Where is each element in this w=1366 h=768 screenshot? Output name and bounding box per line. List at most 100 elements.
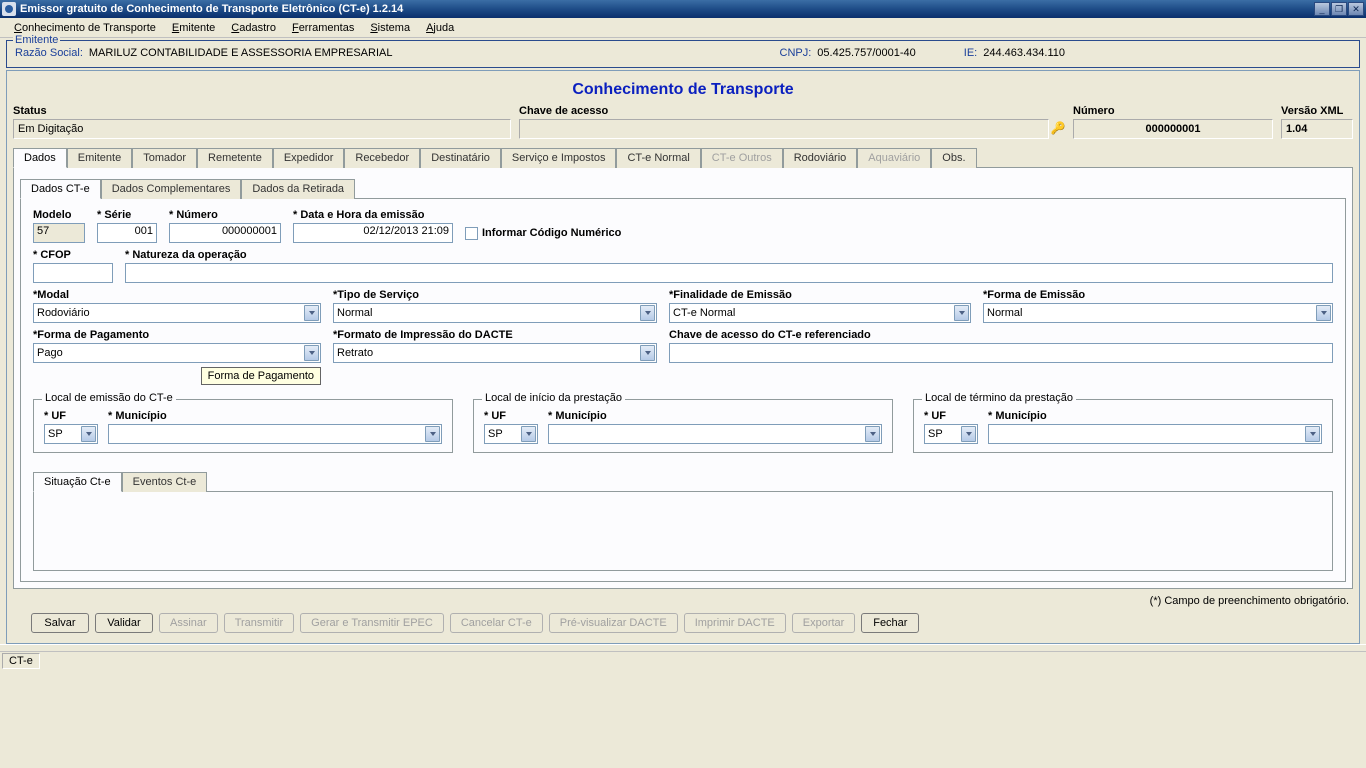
- sub-tab-content: Modelo 57 * Série 001 * Número 000000001…: [20, 198, 1346, 582]
- menu-cadastro[interactable]: Cadastro: [223, 20, 284, 36]
- local-emissao-group: Local de emissão do CT-e * UF SP * Munic…: [33, 399, 453, 453]
- numero-field: 000000001: [1073, 119, 1273, 139]
- municipio-label: * Município: [988, 410, 1322, 424]
- municipio-termino-select[interactable]: [988, 424, 1322, 444]
- panel-title: Conhecimento de Transporte: [13, 75, 1353, 103]
- versao-xml-field: 1.04: [1281, 119, 1353, 139]
- bottomtab-situa-o-ct-e[interactable]: Situação Ct-e: [33, 472, 122, 492]
- chevron-down-icon: [81, 426, 96, 442]
- emitente-legend: Emitente: [13, 34, 60, 46]
- informar-codigo-checkbox[interactable]: [465, 227, 478, 240]
- tab-remetente[interactable]: Remetente: [197, 148, 273, 168]
- subtab-dados-complementares[interactable]: Dados Complementares: [101, 179, 242, 199]
- versao-xml-label: Versão XML: [1281, 105, 1353, 119]
- tab-emitente[interactable]: Emitente: [67, 148, 132, 168]
- tab-servi-o-e-impostos[interactable]: Serviço e Impostos: [501, 148, 617, 168]
- menu-ferramentas[interactable]: Ferramentas: [284, 20, 362, 36]
- chevron-down-icon: [304, 305, 319, 321]
- transmitir-button: Transmitir: [224, 613, 294, 633]
- finalidade-label: *Finalidade de Emissão: [669, 289, 971, 303]
- tab-tomador[interactable]: Tomador: [132, 148, 197, 168]
- informar-codigo-label: Informar Código Numérico: [482, 227, 621, 239]
- numero-form-label: * Número: [169, 209, 281, 223]
- natureza-input[interactable]: [125, 263, 1333, 283]
- bottom-tabstrip: Situação Ct-eEventos Ct-e: [33, 471, 1333, 491]
- modelo-input: 57: [33, 223, 85, 243]
- modal-label: *Modal: [33, 289, 321, 303]
- razao-social-value: MARILUZ CONTABILIDADE E ASSESSORIA EMPRE…: [89, 47, 393, 59]
- tab-ct-e-normal[interactable]: CT-e Normal: [616, 148, 700, 168]
- natureza-label: * Natureza da operação: [125, 249, 1333, 263]
- maximize-button[interactable]: ❐: [1331, 2, 1347, 16]
- formaemissao-label: *Forma de Emissão: [983, 289, 1333, 303]
- subtab-dados-da-retirada[interactable]: Dados da Retirada: [241, 179, 355, 199]
- status-field: Em Digitação: [13, 119, 511, 139]
- tab-expedidor[interactable]: Expedidor: [273, 148, 345, 168]
- uf-emissao-select[interactable]: SP: [44, 424, 98, 444]
- sub-tabstrip: Dados CT-eDados ComplementaresDados da R…: [20, 178, 1346, 198]
- cancelar-ct-e-button: Cancelar CT-e: [450, 613, 543, 633]
- serie-label: * Série: [97, 209, 157, 223]
- uf-termino-select[interactable]: SP: [924, 424, 978, 444]
- bottomtab-eventos-ct-e[interactable]: Eventos Ct-e: [122, 472, 208, 492]
- validar-button[interactable]: Validar: [95, 613, 153, 633]
- tab-obs-[interactable]: Obs.: [931, 148, 976, 168]
- window-title: Emissor gratuito de Conhecimento de Tran…: [20, 3, 403, 15]
- cfop-input[interactable]: [33, 263, 113, 283]
- subtab-dados-ct-e[interactable]: Dados CT-e: [20, 179, 101, 199]
- formaemissao-select[interactable]: Normal: [983, 303, 1333, 323]
- chevron-down-icon: [954, 305, 969, 321]
- menu-sistema[interactable]: Sistema: [362, 20, 418, 36]
- uf-label: * UF: [924, 410, 978, 424]
- emitente-fieldset: Emitente Razão Social: MARILUZ CONTABILI…: [6, 40, 1360, 68]
- main-tab-content: Dados CT-eDados ComplementaresDados da R…: [13, 167, 1353, 589]
- main-panel: Conhecimento de Transporte Status Em Dig…: [6, 70, 1360, 644]
- chevron-down-icon: [521, 426, 536, 442]
- chaveref-input[interactable]: [669, 343, 1333, 363]
- modal-select[interactable]: Rodoviário: [33, 303, 321, 323]
- salvar-button[interactable]: Salvar: [31, 613, 89, 633]
- tab-recebedor[interactable]: Recebedor: [344, 148, 420, 168]
- chevron-down-icon: [304, 345, 319, 361]
- uf-inicio-select[interactable]: SP: [484, 424, 538, 444]
- menu-ajuda[interactable]: Ajuda: [418, 20, 462, 36]
- window-titlebar: Emissor gratuito de Conhecimento de Tran…: [0, 0, 1366, 18]
- gerar-e-transmitir-epec-button: Gerar e Transmitir EPEC: [300, 613, 444, 633]
- tab-destinat-rio[interactable]: Destinatário: [420, 148, 501, 168]
- uf-label: * UF: [484, 410, 538, 424]
- main-tabstrip: DadosEmitenteTomadorRemetenteExpedidorRe…: [13, 147, 1353, 167]
- app-icon: [2, 2, 16, 16]
- tab-rodovi-rio[interactable]: Rodoviário: [783, 148, 858, 168]
- chevron-down-icon: [640, 305, 655, 321]
- cfop-label: * CFOP: [33, 249, 113, 263]
- formatodacte-select[interactable]: Retrato: [333, 343, 657, 363]
- chevron-down-icon: [1305, 426, 1320, 442]
- chave-acesso-field: [519, 119, 1049, 139]
- datahora-input[interactable]: 02/12/2013 21:09: [293, 223, 453, 243]
- modelo-label: Modelo: [33, 209, 85, 223]
- fechar-button[interactable]: Fechar: [861, 613, 919, 633]
- tab-ct-e-outros: CT-e Outros: [701, 148, 783, 168]
- tiposervico-label: *Tipo de Serviço: [333, 289, 657, 303]
- helper-text: (*) Campo de preenchimento obrigatório.: [13, 589, 1353, 609]
- close-button[interactable]: ✕: [1348, 2, 1364, 16]
- menu-emitente[interactable]: Emitente: [164, 20, 223, 36]
- minimize-button[interactable]: _: [1314, 2, 1330, 16]
- tiposervico-select[interactable]: Normal: [333, 303, 657, 323]
- assinar-button: Assinar: [159, 613, 218, 633]
- statusbar-text: CT-e: [2, 653, 40, 669]
- municipio-emissao-select[interactable]: [108, 424, 442, 444]
- tab-aquavi-rio: Aquaviário: [857, 148, 931, 168]
- numero-form-input[interactable]: 000000001: [169, 223, 281, 243]
- chevron-down-icon: [425, 426, 440, 442]
- tab-dados[interactable]: Dados: [13, 148, 67, 168]
- chevron-down-icon: [961, 426, 976, 442]
- municipio-inicio-select[interactable]: [548, 424, 882, 444]
- exportar-button: Exportar: [792, 613, 856, 633]
- chaveref-label: Chave de acesso do CT-e referenciado: [669, 329, 1333, 343]
- bottom-tab-content: [33, 491, 1333, 571]
- finalidade-select[interactable]: CT-e Normal: [669, 303, 971, 323]
- serie-input[interactable]: 001: [97, 223, 157, 243]
- formapag-select[interactable]: Pago: [33, 343, 321, 363]
- imprimir-dacte-button: Imprimir DACTE: [684, 613, 786, 633]
